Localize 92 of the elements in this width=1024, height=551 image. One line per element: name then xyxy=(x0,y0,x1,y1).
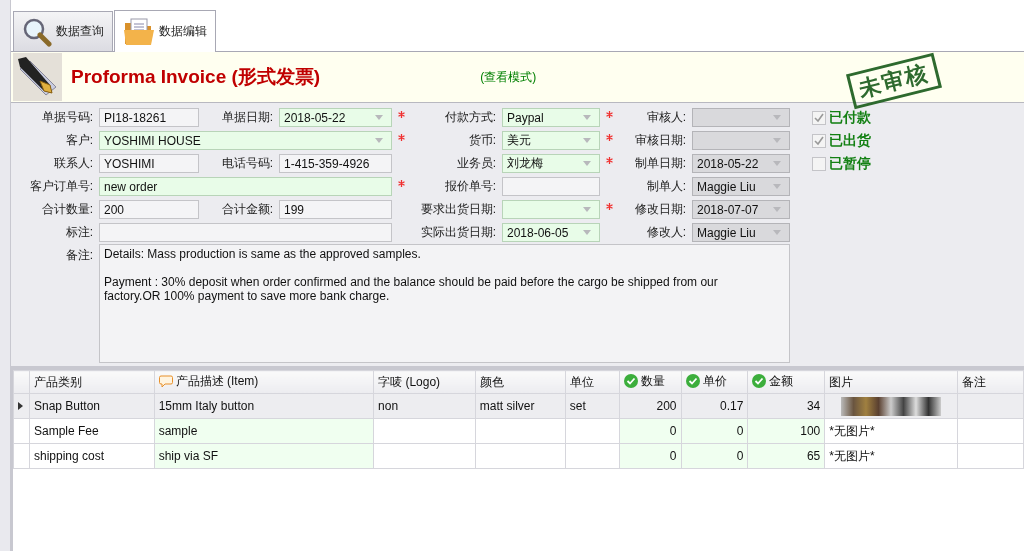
field-label: 付款方式: xyxy=(443,109,497,126)
dropdown-arrow-icon xyxy=(375,138,383,143)
dropdown-field[interactable]: 美元 xyxy=(502,131,600,150)
text-field[interactable] xyxy=(502,177,600,196)
checkbox-label: 已付款 xyxy=(829,108,871,127)
table-cell: ship via SF xyxy=(154,443,374,469)
dropdown-arrow-icon xyxy=(583,161,591,166)
text-field[interactable]: 1-415-359-4926 xyxy=(279,154,392,173)
column-header[interactable]: 字唛 (Logo) xyxy=(373,370,476,394)
text-field[interactable]: 200 xyxy=(99,200,199,219)
invoice-title: Proforma Invoice (形式发票) xyxy=(71,65,321,89)
table-cell xyxy=(957,418,1024,444)
view-mode-label: (查看模式) xyxy=(480,68,537,86)
table-cell: *无图片* xyxy=(824,443,958,469)
column-header[interactable]: 数量 xyxy=(619,370,681,394)
field-label: 货币: xyxy=(467,132,497,149)
column-header[interactable]: 颜色 xyxy=(475,370,566,394)
checkbox-label: 已出货 xyxy=(829,131,871,150)
checkbox[interactable] xyxy=(812,110,826,125)
column-header[interactable]: 图片 xyxy=(824,370,958,394)
dropdown-arrow-icon xyxy=(773,138,781,143)
field-label: 单据日期: xyxy=(220,109,274,126)
text-field[interactable]: PI18-18261 xyxy=(99,108,199,127)
column-header[interactable]: 金额 xyxy=(747,370,825,394)
dropdown-field[interactable] xyxy=(502,200,600,219)
field-label: 审核日期: xyxy=(633,132,687,149)
dropdown-field[interactable]: YOSHIMI HOUSE xyxy=(99,131,392,150)
check-icon xyxy=(685,374,700,389)
field-label: 制单日期: xyxy=(633,155,687,172)
field-label: 实际出货日期: xyxy=(419,224,497,241)
row-indicator-icon xyxy=(18,402,23,410)
table-cell: *无图片* xyxy=(824,418,958,444)
table-cell: Snap Button xyxy=(29,393,155,419)
tab[interactable]: 数据编辑 xyxy=(114,10,216,52)
checkbox-label: 已暂停 xyxy=(829,154,871,173)
field-label: 要求出货日期: xyxy=(419,201,497,218)
dropdown-arrow-icon xyxy=(773,115,781,120)
field-label: 客户订单号: xyxy=(28,178,94,195)
column-header[interactable]: 产品类别 xyxy=(29,370,155,394)
dropdown-arrow-icon xyxy=(583,115,591,120)
table-cell xyxy=(957,443,1024,469)
text-field[interactable]: 199 xyxy=(279,200,392,219)
table-cell: matt silver xyxy=(475,393,566,419)
table-cell: sample xyxy=(154,418,374,444)
dropdown-field[interactable]: 2018-06-05 xyxy=(502,223,600,242)
dropdown-arrow-icon xyxy=(773,230,781,235)
dropdown-arrow-icon xyxy=(773,207,781,212)
field-label: 业务员: xyxy=(455,155,497,172)
column-header[interactable]: 单价 xyxy=(681,370,748,394)
checkbox[interactable] xyxy=(812,156,826,171)
dropdown-arrow-icon xyxy=(773,161,781,166)
table-cell: 15mm Italy button xyxy=(154,393,374,419)
dropdown-arrow-icon xyxy=(583,138,591,143)
dropdown-field[interactable]: Paypal xyxy=(502,108,600,127)
tab[interactable]: 数据查询 xyxy=(13,11,113,51)
text-field[interactable]: YOSHIMI xyxy=(99,154,199,173)
field-label: 修改人: xyxy=(645,224,687,241)
remarks-field[interactable]: Details: Mass production is same as the approved samples. Payment : 30% deposit when order confirmed and the balance should be paid before the cargo be shipped from our factory.OR 100% payment to save more bank charge. xyxy=(99,244,790,363)
dropdown-arrow-icon xyxy=(773,184,781,189)
dropdown-arrow-icon xyxy=(583,230,591,235)
field-label: 单据号码: xyxy=(40,109,94,126)
field-label: 标注: xyxy=(64,224,94,241)
field-label: 报价单号: xyxy=(443,178,497,195)
column-header[interactable]: 产品描述 (Item) xyxy=(154,370,374,394)
field-label: 制单人: xyxy=(645,178,687,195)
field-label: 修改日期: xyxy=(633,201,687,218)
field-label: 合计数量: xyxy=(40,201,94,218)
field-label: 电话号码: xyxy=(220,155,274,172)
table-cell xyxy=(565,418,620,444)
field-label: 联系人: xyxy=(52,155,94,172)
text-field[interactable]: new order xyxy=(99,177,392,196)
checkbox[interactable] xyxy=(812,133,826,148)
table-cell: Sample Fee xyxy=(29,418,155,444)
table-cell: shipping cost xyxy=(29,443,155,469)
text-field[interactable] xyxy=(99,223,392,242)
column-header[interactable]: 备注 xyxy=(957,370,1024,394)
dropdown-field[interactable]: 刘龙梅 xyxy=(502,154,600,173)
dropdown-field[interactable]: 2018-05-22 xyxy=(279,108,392,127)
folder-icon xyxy=(123,16,155,47)
field-label: 审核人: xyxy=(645,109,687,126)
table-cell: non xyxy=(373,393,476,419)
table-cell xyxy=(565,443,620,469)
dropdown-arrow-icon xyxy=(583,207,591,212)
comment-icon xyxy=(158,375,173,388)
field-label: 客户: xyxy=(64,132,94,149)
magnifier-icon xyxy=(22,16,52,47)
check-icon xyxy=(623,374,638,389)
column-header[interactable]: 单位 xyxy=(565,370,620,394)
check-icon xyxy=(752,374,767,389)
field-label: 合计金额: xyxy=(220,201,274,218)
dropdown-arrow-icon xyxy=(375,115,383,120)
field-label: 备注: xyxy=(64,247,94,264)
